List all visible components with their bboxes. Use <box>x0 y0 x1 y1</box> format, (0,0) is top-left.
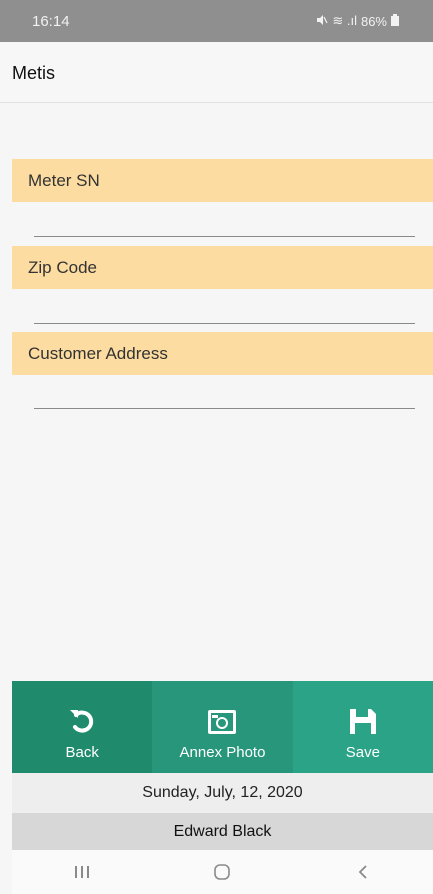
recent-apps-icon[interactable] <box>52 857 112 887</box>
mute-icon <box>316 14 328 29</box>
back-label: Back <box>65 744 99 761</box>
back-nav-icon[interactable] <box>333 857 393 887</box>
zip-code-input[interactable] <box>34 293 415 324</box>
undo-icon <box>70 710 94 733</box>
back-button[interactable]: Back <box>12 681 153 773</box>
save-label: Save <box>345 744 380 761</box>
annex-photo-button[interactable]: Annex Photo <box>152 681 293 773</box>
meter-sn-input[interactable] <box>34 206 415 237</box>
app-title: Metis <box>12 63 56 83</box>
battery-percent: 86% <box>360 13 387 29</box>
home-icon[interactable] <box>192 857 252 887</box>
app-bar: Metis <box>0 42 433 103</box>
customer-address-label: Customer Address <box>12 332 433 375</box>
signal-icon: ≋ .ıl <box>332 13 357 28</box>
battery-icon <box>391 13 399 29</box>
floppy-disk-icon <box>349 709 376 734</box>
meter-sn-label: Meter SN <box>12 159 433 202</box>
user-name: Edward Black <box>12 813 433 850</box>
status-indicators: ≋ .ıl 86% <box>316 13 399 29</box>
status-bar: 16:14 ≋ .ıl 86% <box>0 0 433 42</box>
camera-icon <box>208 710 237 734</box>
status-time: 16:14 <box>32 13 70 30</box>
date-display: Sunday, July, 12, 2020 <box>12 773 433 813</box>
save-button[interactable]: Save <box>292 681 433 773</box>
customer-address-input[interactable] <box>34 378 415 409</box>
system-nav-bar <box>12 850 433 894</box>
zip-code-label: Zip Code <box>12 246 433 289</box>
annex-photo-label: Annex Photo <box>179 744 266 761</box>
bottom-toolbar: Back Annex Photo Save <box>12 681 433 773</box>
